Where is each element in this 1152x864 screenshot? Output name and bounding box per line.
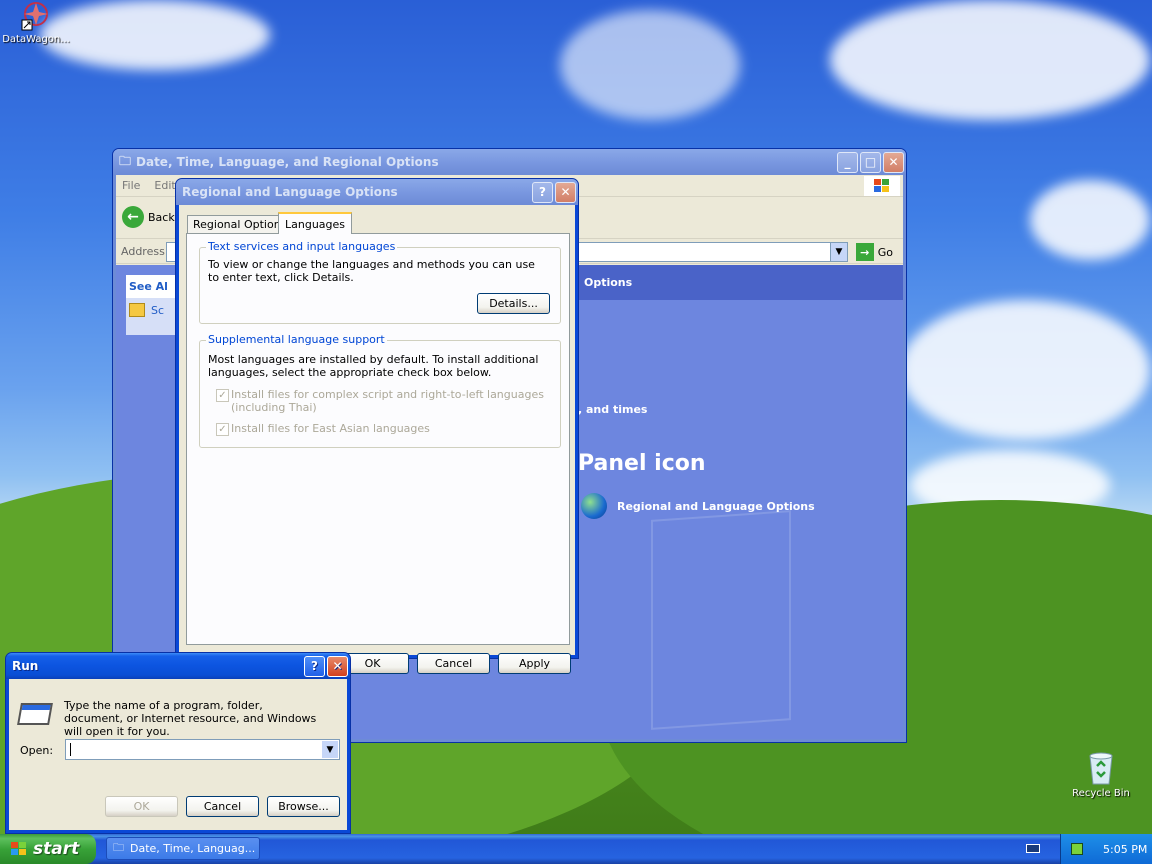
complex-script-checkbox[interactable]: ✓	[216, 389, 229, 402]
run-cancel-button[interactable]: Cancel	[186, 796, 259, 817]
regional-dialog: Regional and Language Options ? ✕ Region…	[175, 178, 579, 674]
run-desc: Type the name of a program, folder, docu…	[64, 699, 317, 738]
menu-edit[interactable]: Edit	[154, 179, 175, 192]
regional-dialog-client: Regional Options Languages Text services…	[179, 205, 575, 674]
back-label: Back	[148, 210, 175, 224]
taskbar-task-button[interactable]: 🗀 Date, Time, Languag...	[106, 837, 260, 860]
east-asian-checkbox[interactable]: ✓	[216, 423, 229, 436]
start-logo-icon	[10, 841, 28, 857]
text-services-legend: Text services and input languages	[206, 240, 398, 253]
tab-regional-options[interactable]: Regional Options	[187, 215, 293, 233]
system-tray: 5:05 PM	[1060, 834, 1152, 864]
tab-page: Text services and input languages To vie…	[186, 233, 570, 645]
supplemental-group: Supplemental language support Most langu…	[199, 333, 561, 448]
cancel-button[interactable]: Cancel	[417, 653, 490, 674]
back-arrow-icon: ←	[122, 206, 144, 228]
apply-button[interactable]: Apply	[498, 653, 571, 674]
globe-icon	[581, 493, 607, 519]
clock[interactable]: 5:05 PM	[1103, 843, 1147, 856]
open-label: Open:	[20, 744, 54, 757]
recycle-bin-desktop-icon[interactable]: Recycle Bin	[1068, 750, 1134, 799]
open-combobox[interactable]: ▼	[65, 739, 340, 760]
regional-dialog-title: Regional and Language Options	[182, 185, 398, 199]
go-label: Go	[877, 245, 893, 259]
browse-button[interactable]: Browse...	[267, 796, 340, 817]
control-panel-titlebar[interactable]: 🗀 Date, Time, Language, and Regional Opt…	[113, 149, 906, 175]
complex-script-label: Install files for complex script and rig…	[231, 388, 544, 414]
back-button[interactable]: ← Back	[122, 206, 175, 228]
scheduled-tasks-icon	[129, 303, 145, 317]
datawagon-desktop-icon[interactable]: DataWagon...	[0, 0, 72, 45]
tab-languages[interactable]: Languages	[278, 212, 353, 234]
go-arrow-icon: →	[855, 243, 874, 261]
run-dialog: Run ? ✕ Type the name of a program, fold…	[5, 652, 351, 834]
start-label: start	[33, 839, 80, 859]
go-button[interactable]: → Go	[855, 243, 893, 261]
run-dialog-titlebar[interactable]: Run ? ✕	[6, 653, 350, 679]
see-also-item-label: Sc	[151, 303, 165, 317]
menu-file[interactable]: File	[122, 179, 140, 192]
supplemental-desc: Most languages are installed by default.…	[208, 353, 539, 379]
help-button[interactable]: ?	[304, 655, 325, 677]
close-button[interactable]: ✕	[555, 181, 576, 203]
datawagon-label: DataWagon...	[2, 34, 70, 45]
text-services-group: Text services and input languages To vie…	[199, 240, 561, 324]
close-button[interactable]: ✕	[327, 655, 348, 677]
task-window-icon: 🗀	[113, 841, 124, 854]
pick-heading: Panel icon	[578, 451, 706, 476]
details-button[interactable]: Details...	[477, 293, 550, 314]
header-fragment: Options	[584, 276, 633, 289]
run-dialog-title: Run	[12, 659, 39, 673]
supplemental-legend: Supplemental language support	[206, 333, 387, 346]
control-panel-title-icon: 🗀	[119, 153, 132, 168]
task-fragment[interactable]: , and times	[578, 403, 647, 416]
recycle-bin-label: Recycle Bin	[1072, 788, 1130, 799]
watermark-graphic	[651, 510, 791, 730]
run-ok-button[interactable]: OK	[105, 796, 178, 817]
start-button[interactable]: start	[0, 834, 96, 864]
open-input[interactable]	[70, 743, 71, 756]
windows-logo-icon	[864, 176, 900, 196]
text-services-desc: To view or change the languages and meth…	[208, 258, 535, 284]
network-icon[interactable]	[1071, 843, 1083, 855]
east-asian-label: Install files for East Asian languages	[231, 422, 430, 435]
open-dropdown[interactable]: ▼	[322, 741, 338, 758]
run-icon	[17, 703, 53, 725]
datawagon-icon	[20, 0, 52, 32]
address-dropdown[interactable]: ▼	[830, 242, 848, 262]
regional-dialog-titlebar[interactable]: Regional and Language Options ? ✕	[176, 179, 578, 205]
task-button-label: Date, Time, Languag...	[130, 842, 256, 855]
maximize-button[interactable]: □	[860, 151, 881, 173]
help-button[interactable]: ?	[532, 181, 553, 203]
minimize-button[interactable]: _	[837, 151, 858, 173]
close-button[interactable]: ✕	[883, 151, 904, 173]
run-dialog-client: Type the name of a program, folder, docu…	[9, 679, 347, 830]
control-panel-title: Date, Time, Language, and Regional Optio…	[136, 155, 439, 169]
keyboard-icon[interactable]	[1026, 844, 1040, 853]
address-label: Address	[121, 245, 165, 258]
taskbar: start 🗀 Date, Time, Languag... 5:05 PM	[0, 834, 1152, 864]
recycle-bin-icon	[1085, 750, 1117, 786]
